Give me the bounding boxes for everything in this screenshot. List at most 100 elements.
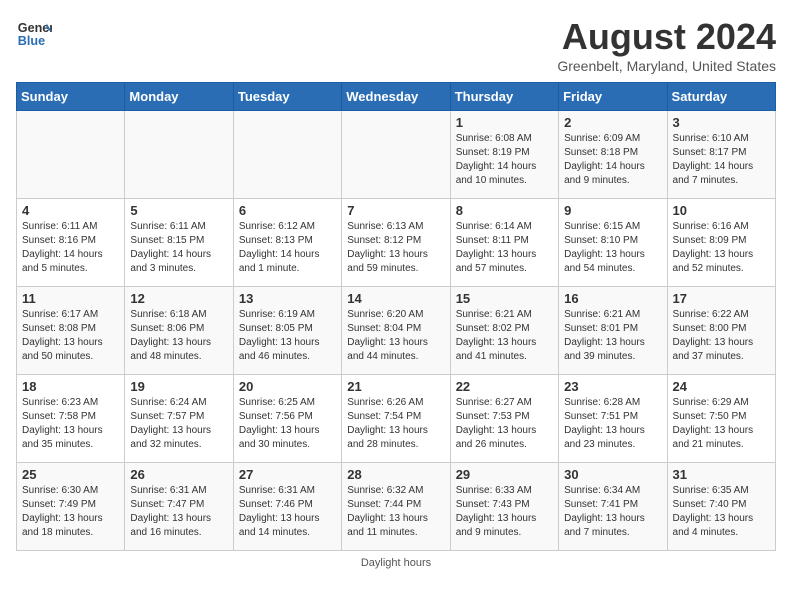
calendar: SundayMondayTuesdayWednesdayThursdayFrid… [16, 82, 776, 551]
calendar-cell: 31 Sunrise: 6:35 AM Sunset: 7:40 PM Dayli… [667, 463, 775, 551]
calendar-header-row: SundayMondayTuesdayWednesdayThursdayFrid… [17, 83, 776, 111]
cell-details: Sunrise: 6:17 AM Sunset: 8:08 PM Dayligh… [22, 308, 119, 364]
calendar-cell: 9 Sunrise: 6:15 AM Sunset: 8:10 PM Daylig… [559, 199, 667, 287]
title-area: August 2024 Greenbelt, Maryland, United … [557, 16, 776, 74]
calendar-cell [233, 111, 341, 199]
cell-details: Sunrise: 6:29 AM Sunset: 7:50 PM Dayligh… [673, 396, 770, 452]
footer-note: Daylight hours [16, 557, 776, 569]
day-number: 17 [673, 291, 770, 306]
calendar-cell: 11 Sunrise: 6:17 AM Sunset: 8:08 PM Dayli… [17, 287, 125, 375]
cell-details: Sunrise: 6:34 AM Sunset: 7:41 PM Dayligh… [564, 484, 661, 540]
cell-details: Sunrise: 6:23 AM Sunset: 7:58 PM Dayligh… [22, 396, 119, 452]
column-header-sunday: Sunday [17, 83, 125, 111]
main-title: August 2024 [557, 16, 776, 58]
cell-details: Sunrise: 6:08 AM Sunset: 8:19 PM Dayligh… [456, 132, 553, 188]
calendar-cell: 22Sunrise: 6:27 AM Sunset: 7:53 PM Dayli… [450, 375, 558, 463]
calendar-cell: 6 Sunrise: 6:12 AM Sunset: 8:13 PM Daylig… [233, 199, 341, 287]
cell-details: Sunrise: 6:13 AM Sunset: 8:12 PM Dayligh… [347, 220, 444, 276]
calendar-cell: 17 Sunrise: 6:22 AM Sunset: 8:00 PM Dayli… [667, 287, 775, 375]
calendar-cell: 27Sunrise: 6:31 AM Sunset: 7:46 PM Dayli… [233, 463, 341, 551]
calendar-cell: 10 Sunrise: 6:16 AM Sunset: 8:09 PM Dayli… [667, 199, 775, 287]
day-number: 9 [564, 203, 661, 218]
cell-details: Sunrise: 6:21 AM Sunset: 8:01 PM Dayligh… [564, 308, 661, 364]
cell-details: Sunrise: 6:15 AM Sunset: 8:10 PM Dayligh… [564, 220, 661, 276]
day-number: 15 [456, 291, 553, 306]
cell-details: Sunrise: 6:32 AM Sunset: 7:44 PM Dayligh… [347, 484, 444, 540]
cell-details: Sunrise: 6:12 AM Sunset: 8:13 PM Dayligh… [239, 220, 336, 276]
calendar-cell: 29 Sunrise: 6:33 AM Sunset: 7:43 PM Dayli… [450, 463, 558, 551]
cell-details: Sunrise: 6:11 AM Sunset: 8:16 PM Dayligh… [22, 220, 119, 276]
column-header-wednesday: Wednesday [342, 83, 450, 111]
cell-details: Sunrise: 6:24 AM Sunset: 7:57 PM Dayligh… [130, 396, 227, 452]
day-number: 22 [456, 379, 553, 394]
cell-details: Sunrise: 6:22 AM Sunset: 8:00 PM Dayligh… [673, 308, 770, 364]
calendar-cell: 18 Sunrise: 6:23 AM Sunset: 7:58 PM Dayli… [17, 375, 125, 463]
calendar-cell: 26 Sunrise: 6:31 AM Sunset: 7:47 PM Dayli… [125, 463, 233, 551]
header: General Blue August 2024 Greenbelt, Mary… [16, 16, 776, 74]
column-header-saturday: Saturday [667, 83, 775, 111]
cell-details: Sunrise: 6:33 AM Sunset: 7:43 PM Dayligh… [456, 484, 553, 540]
day-number: 11 [22, 291, 119, 306]
cell-details: Sunrise: 6:21 AM Sunset: 8:02 PM Dayligh… [456, 308, 553, 364]
cell-details: Sunrise: 6:35 AM Sunset: 7:40 PM Dayligh… [673, 484, 770, 540]
day-number: 7 [347, 203, 444, 218]
calendar-cell: 15 Sunrise: 6:21 AM Sunset: 8:02 PM Dayli… [450, 287, 558, 375]
calendar-cell: 24 Sunrise: 6:29 AM Sunset: 7:50 PM Dayli… [667, 375, 775, 463]
calendar-cell: 23Sunrise: 6:28 AM Sunset: 7:51 PM Dayli… [559, 375, 667, 463]
day-number: 29 [456, 467, 553, 482]
cell-details: Sunrise: 6:25 AM Sunset: 7:56 PM Dayligh… [239, 396, 336, 452]
cell-details: Sunrise: 6:18 AM Sunset: 8:06 PM Dayligh… [130, 308, 227, 364]
calendar-cell: 3Sunrise: 6:10 AM Sunset: 8:17 PM Daylig… [667, 111, 775, 199]
cell-details: Sunrise: 6:19 AM Sunset: 8:05 PM Dayligh… [239, 308, 336, 364]
calendar-cell: 8Sunrise: 6:14 AM Sunset: 8:11 PM Daylig… [450, 199, 558, 287]
calendar-cell: 4 Sunrise: 6:11 AM Sunset: 8:16 PM Daylig… [17, 199, 125, 287]
column-header-friday: Friday [559, 83, 667, 111]
cell-details: Sunrise: 6:26 AM Sunset: 7:54 PM Dayligh… [347, 396, 444, 452]
cell-details: Sunrise: 6:11 AM Sunset: 8:15 PM Dayligh… [130, 220, 227, 276]
day-number: 10 [673, 203, 770, 218]
cell-details: Sunrise: 6:30 AM Sunset: 7:49 PM Dayligh… [22, 484, 119, 540]
calendar-week-1: 1 Sunrise: 6:08 AM Sunset: 8:19 PM Daylig… [17, 111, 776, 199]
day-number: 30 [564, 467, 661, 482]
cell-details: Sunrise: 6:09 AM Sunset: 8:18 PM Dayligh… [564, 132, 661, 188]
day-number: 4 [22, 203, 119, 218]
calendar-cell: 14Sunrise: 6:20 AM Sunset: 8:04 PM Dayli… [342, 287, 450, 375]
day-number: 23 [564, 379, 661, 394]
calendar-cell: 25Sunrise: 6:30 AM Sunset: 7:49 PM Dayli… [17, 463, 125, 551]
column-header-tuesday: Tuesday [233, 83, 341, 111]
calendar-cell: 7 Sunrise: 6:13 AM Sunset: 8:12 PM Daylig… [342, 199, 450, 287]
day-number: 24 [673, 379, 770, 394]
cell-details: Sunrise: 6:31 AM Sunset: 7:46 PM Dayligh… [239, 484, 336, 540]
calendar-cell: 13 Sunrise: 6:19 AM Sunset: 8:05 PM Dayli… [233, 287, 341, 375]
calendar-cell: 1 Sunrise: 6:08 AM Sunset: 8:19 PM Daylig… [450, 111, 558, 199]
day-number: 2 [564, 115, 661, 130]
cell-details: Sunrise: 6:16 AM Sunset: 8:09 PM Dayligh… [673, 220, 770, 276]
calendar-cell: 20Sunrise: 6:25 AM Sunset: 7:56 PM Dayli… [233, 375, 341, 463]
calendar-cell: 5 Sunrise: 6:11 AM Sunset: 8:15 PM Daylig… [125, 199, 233, 287]
calendar-cell [342, 111, 450, 199]
logo-icon: General Blue [16, 16, 52, 52]
calendar-cell: 21 Sunrise: 6:26 AM Sunset: 7:54 PM Dayli… [342, 375, 450, 463]
day-number: 5 [130, 203, 227, 218]
calendar-week-5: 25Sunrise: 6:30 AM Sunset: 7:49 PM Dayli… [17, 463, 776, 551]
calendar-cell: 16 Sunrise: 6:21 AM Sunset: 8:01 PM Dayli… [559, 287, 667, 375]
calendar-cell: 12Sunrise: 6:18 AM Sunset: 8:06 PM Dayli… [125, 287, 233, 375]
day-number: 1 [456, 115, 553, 130]
calendar-cell [17, 111, 125, 199]
cell-details: Sunrise: 6:31 AM Sunset: 7:47 PM Dayligh… [130, 484, 227, 540]
day-number: 28 [347, 467, 444, 482]
day-number: 21 [347, 379, 444, 394]
day-number: 18 [22, 379, 119, 394]
day-number: 31 [673, 467, 770, 482]
calendar-week-3: 11 Sunrise: 6:17 AM Sunset: 8:08 PM Dayli… [17, 287, 776, 375]
day-number: 13 [239, 291, 336, 306]
calendar-cell: 19Sunrise: 6:24 AM Sunset: 7:57 PM Dayli… [125, 375, 233, 463]
day-number: 16 [564, 291, 661, 306]
logo: General Blue [16, 16, 52, 52]
calendar-week-2: 4 Sunrise: 6:11 AM Sunset: 8:16 PM Daylig… [17, 199, 776, 287]
day-number: 3 [673, 115, 770, 130]
cell-details: Sunrise: 6:20 AM Sunset: 8:04 PM Dayligh… [347, 308, 444, 364]
day-number: 26 [130, 467, 227, 482]
day-number: 6 [239, 203, 336, 218]
calendar-cell: 30 Sunrise: 6:34 AM Sunset: 7:41 PM Dayli… [559, 463, 667, 551]
